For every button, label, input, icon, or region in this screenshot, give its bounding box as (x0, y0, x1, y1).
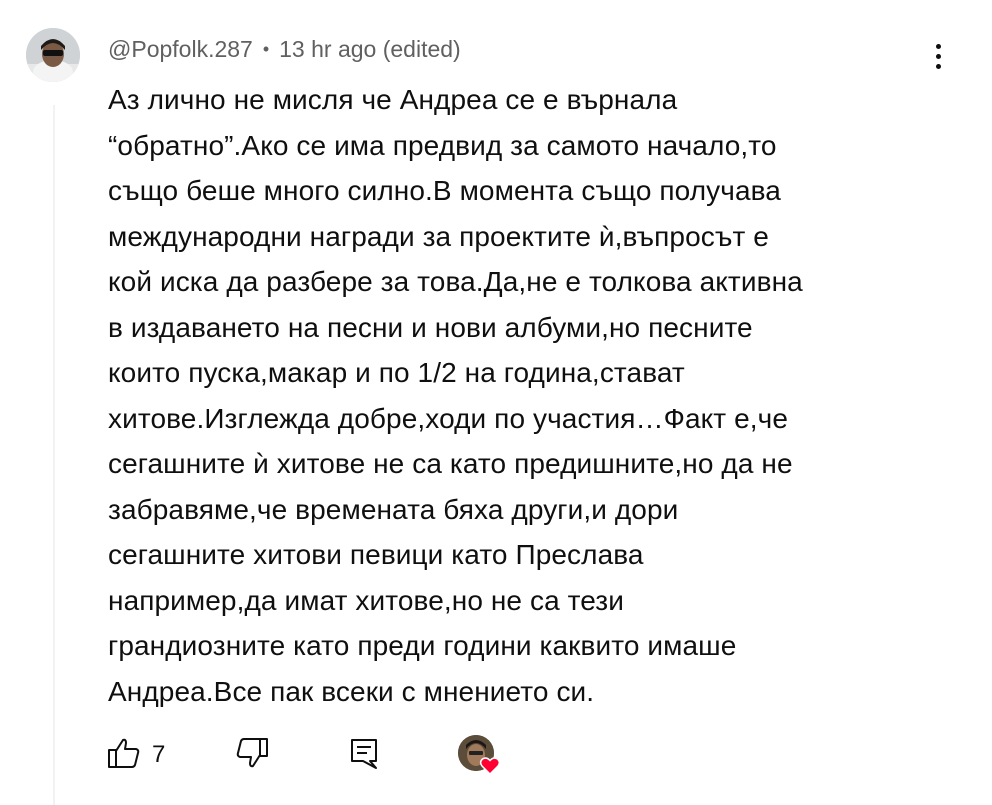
header-separator: • (262, 38, 270, 59)
author-avatar[interactable] (26, 28, 80, 82)
comment-text: Аз лично не мисля че Андреа се е върнала… (108, 84, 803, 707)
thumbs-down-icon (234, 735, 270, 776)
author-name[interactable]: @Popfolk.287 (108, 36, 253, 63)
like-count: 7 (152, 741, 166, 768)
dislike-button[interactable] (234, 735, 270, 775)
comment-timestamp[interactable]: 13 hr ago (edited) (279, 36, 461, 63)
thumbs-up-icon (106, 735, 142, 776)
reply-button[interactable] (346, 735, 382, 775)
thread-line (53, 105, 55, 805)
heart-icon (479, 755, 501, 777)
like-button[interactable]: 7 (106, 735, 165, 775)
reply-comment-icon (346, 735, 382, 776)
comment-header: @Popfolk.287 • 13 hr ago (edited) (108, 34, 461, 64)
more-vertical-icon[interactable] (924, 38, 952, 74)
